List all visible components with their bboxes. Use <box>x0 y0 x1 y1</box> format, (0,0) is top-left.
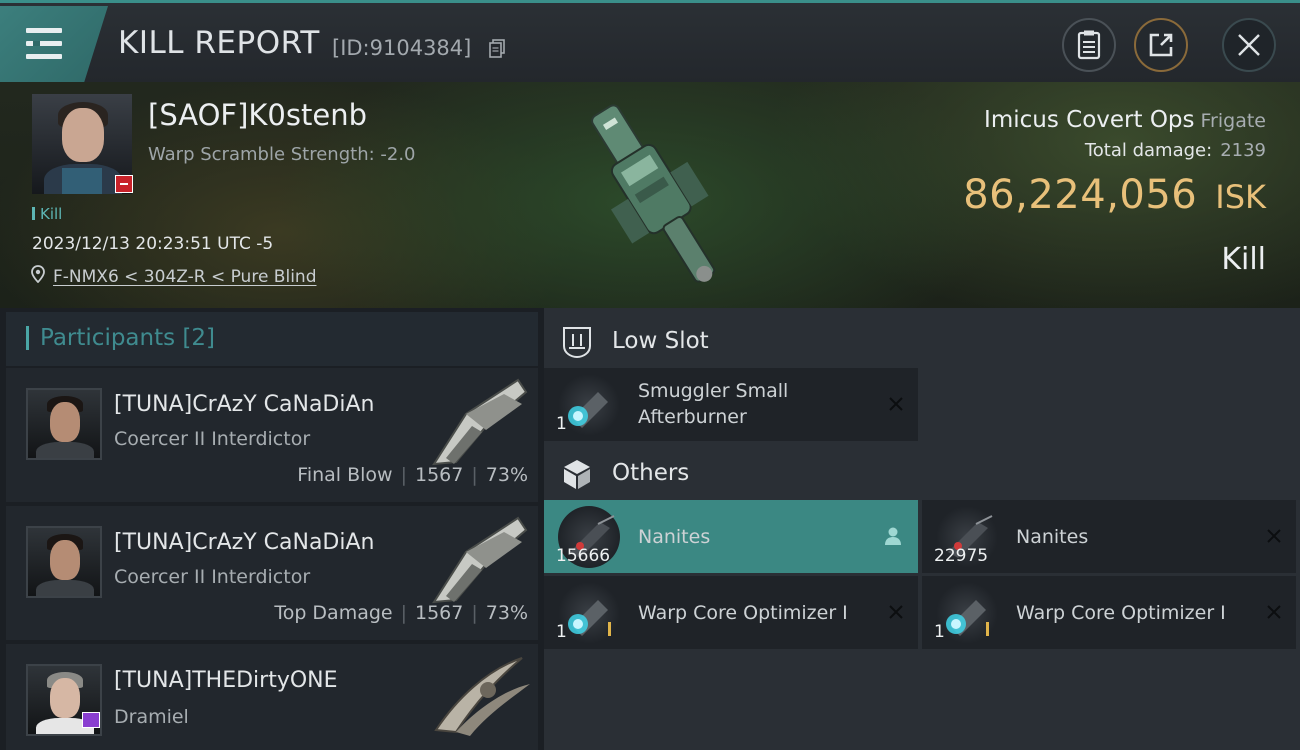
participant-name[interactable]: [TUNA]CrAzY CaNaDiAn <box>114 392 374 417</box>
kill-timestamp: 2023/12/13 20:23:51 UTC -5 <box>32 234 274 254</box>
location-pin-icon <box>31 265 45 283</box>
item-name: Smuggler Small Afterburner <box>638 380 789 428</box>
participant-row[interactable]: [TUNA]CrAzY CaNaDiAn Coercer II Interdic… <box>6 506 538 640</box>
low-slot-icon <box>563 327 591 358</box>
others-header: Others <box>544 444 1300 502</box>
item-card[interactable]: 22975 Nanites <box>922 500 1296 573</box>
item-card[interactable]: 15666 Nanites <box>544 500 918 573</box>
victim-ship-name[interactable]: Imicus Covert Ops Frigate <box>984 107 1266 133</box>
warp-scramble-strength: Warp Scramble Strength: -2.0 <box>148 144 416 165</box>
item-quantity: 15666 <box>556 546 611 566</box>
item-name: Nanites <box>638 526 711 548</box>
isk-unit: ISK <box>1215 178 1266 216</box>
participant-ship-render <box>432 378 528 466</box>
victim-ship-render <box>591 104 716 283</box>
corp-role-badge <box>82 712 100 728</box>
item-card[interactable]: 1 Warp Core Optimizer I <box>922 576 1296 649</box>
warp-core-optimizer-icon <box>936 582 998 644</box>
participant-ship-render <box>434 657 530 736</box>
participant-portrait[interactable] <box>26 526 102 598</box>
kill-tag: Kill <box>32 205 62 223</box>
close-button[interactable] <box>1222 18 1276 72</box>
participant-name[interactable]: [TUNA]THEDirtyONE <box>114 668 338 693</box>
x-icon <box>1267 605 1281 619</box>
clipboard-button[interactable] <box>1062 18 1116 72</box>
item-quantity: 1 <box>934 622 945 642</box>
share-icon <box>1149 33 1173 57</box>
participants-title: Participants [2] <box>40 325 215 351</box>
participant-stats: Top Damage | 1567 | 73% <box>274 602 528 624</box>
item-name: Nanites <box>1016 526 1089 548</box>
header-bar: KILL REPORT [ID:9104384] <box>0 0 1300 82</box>
item-card[interactable]: 1 Warp Core Optimizer I <box>544 576 918 649</box>
participant-name[interactable]: [TUNA]CrAzY CaNaDiAn <box>114 530 374 555</box>
item-name: Warp Core Optimizer I <box>1016 602 1226 624</box>
participant-row[interactable]: [TUNA]THEDirtyONE Dramiel <box>6 644 538 750</box>
x-icon <box>1267 529 1281 543</box>
kill-location-link[interactable]: F-NMX6 < 304Z-R < Pure Blind <box>53 267 316 287</box>
victim-ship-class: Frigate <box>1200 110 1266 132</box>
item-quantity: 22975 <box>934 546 989 566</box>
kill-type-label: Kill <box>1221 242 1266 277</box>
share-button[interactable] <box>1134 18 1188 72</box>
afterburner-icon <box>558 374 620 436</box>
participants-header: Participants [2] <box>6 312 538 366</box>
participant-stats: Final Blow | 1567 | 73% <box>297 464 528 486</box>
participant-ship: Coercer II Interdictor <box>114 566 311 588</box>
close-icon <box>1238 34 1260 56</box>
participant-percent: 73% <box>485 464 528 486</box>
report-id: [ID:9104384] <box>332 36 472 60</box>
participant-ship: Coercer II Interdictor <box>114 428 311 450</box>
isk-value: 86,224,056 <box>963 172 1198 218</box>
item-name: Warp Core Optimizer I <box>638 602 848 624</box>
total-damage-value: 2139 <box>1220 140 1266 161</box>
participant-portrait[interactable] <box>26 388 102 460</box>
participant-row[interactable]: [TUNA]CrAzY CaNaDiAn Coercer II Interdic… <box>6 368 538 502</box>
isk-value-row: 86,224,056 ISK <box>963 172 1266 218</box>
participant-ship-render <box>432 516 528 604</box>
low-slot-title: Low Slot <box>612 328 709 354</box>
item-quantity: 1 <box>556 414 567 434</box>
participant-role: Final Blow <box>297 464 393 486</box>
item-quantity: 1 <box>556 622 567 642</box>
menu-button[interactable] <box>0 6 108 82</box>
total-damage-row: Total damage: 2139 <box>1084 140 1266 161</box>
x-icon <box>889 605 903 619</box>
others-title: Others <box>612 460 690 486</box>
copy-icon[interactable] <box>489 39 505 58</box>
low-slot-header: Low Slot <box>544 312 1300 370</box>
participant-damage: 1567 <box>415 464 464 486</box>
cube-icon <box>564 460 590 489</box>
participant-ship: Dramiel <box>114 706 189 728</box>
page-title: KILL REPORT <box>118 25 320 61</box>
item-card[interactable]: 1 Smuggler Small Afterburner <box>544 368 918 441</box>
participant-damage: 1567 <box>415 602 464 624</box>
standing-badge <box>115 175 133 193</box>
participant-percent: 73% <box>485 602 528 624</box>
victim-name[interactable]: [SAOF]K0stenb <box>148 98 367 132</box>
participant-role: Top Damage <box>274 602 393 624</box>
items-panel: Low Slot 1 Smuggler Small Afterburner Ot… <box>544 308 1300 750</box>
x-icon <box>889 397 903 411</box>
victim-banner: [SAOF]K0stenb Warp Scramble Strength: -2… <box>0 82 1300 308</box>
warp-core-optimizer-icon <box>558 582 620 644</box>
clipboard-icon <box>1077 30 1101 60</box>
person-icon <box>885 527 901 545</box>
